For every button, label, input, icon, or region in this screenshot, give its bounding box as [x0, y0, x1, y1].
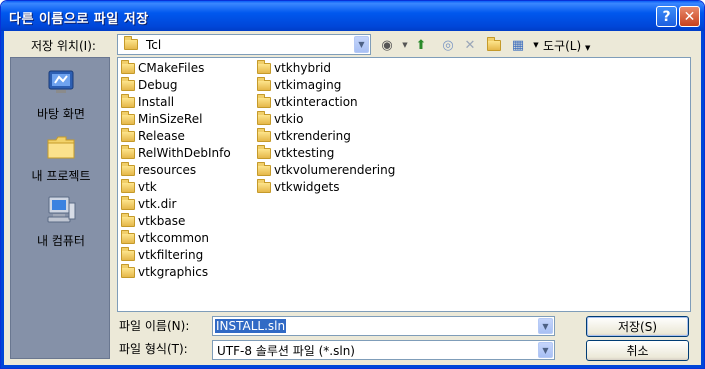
delete-icon[interactable]: ✕: [461, 36, 479, 54]
list-item[interactable]: MinSizeRel: [121, 110, 202, 127]
folder-icon: [47, 136, 75, 159]
back-icon[interactable]: ◉: [378, 36, 396, 54]
folder-icon: [121, 246, 135, 261]
folder-icon: [121, 76, 135, 91]
list-item[interactable]: CMakeFiles: [121, 59, 204, 76]
folder-icon: [257, 127, 271, 142]
place-my-computer[interactable]: 내 컴퓨터: [11, 195, 111, 249]
close-button[interactable]: ✕: [679, 6, 700, 27]
save-button[interactable]: 저장(S): [586, 316, 689, 337]
filetype-label: 파일 형식(T):: [119, 342, 188, 356]
list-item[interactable]: vtkfiltering: [121, 246, 203, 263]
save-in-combo[interactable]: Tcl ▼: [117, 34, 371, 55]
filetype-value: UTF-8 솔루션 파일 (*.sln): [217, 343, 355, 358]
list-item[interactable]: vtk.dir: [121, 195, 176, 212]
save-file-dialog: 다른 이름으로 파일 저장 ? ✕ 저장 위치(I): Tcl ▼ ◉ ▼ ⬆ …: [0, 0, 705, 369]
folder-icon: [121, 195, 135, 210]
list-item[interactable]: Install: [121, 93, 174, 110]
window-frame-bottom: [1, 365, 704, 368]
folder-icon: [121, 93, 135, 108]
folder-icon: [121, 212, 135, 227]
list-item[interactable]: vtkio: [257, 110, 303, 127]
new-folder-icon[interactable]: [485, 36, 503, 54]
current-folder-name: Tcl: [146, 37, 162, 52]
chevron-down-icon[interactable]: ▼: [538, 342, 553, 358]
window-frame-right: [701, 31, 704, 368]
desktop-icon: [48, 70, 74, 93]
list-item[interactable]: vtk: [121, 178, 157, 195]
list-item[interactable]: RelWithDebInfo: [121, 144, 231, 161]
list-item[interactable]: Debug: [121, 76, 177, 93]
filename-input[interactable]: INSTALL.sln ▼: [212, 316, 555, 336]
list-item[interactable]: vtkhybrid: [257, 59, 331, 76]
search-web-icon[interactable]: ◎: [439, 36, 457, 54]
folder-icon: [121, 110, 135, 125]
place-desktop[interactable]: 바탕 화면: [11, 68, 111, 122]
folder-icon: [257, 178, 271, 193]
file-list[interactable]: CMakeFiles Debug Install MinSizeRel Rele…: [117, 57, 691, 312]
list-item[interactable]: vtkinteraction: [257, 93, 358, 110]
list-item[interactable]: vtkbase: [121, 212, 185, 229]
chevron-down-icon[interactable]: ▼: [354, 36, 369, 53]
list-item[interactable]: vtkimaging: [257, 76, 341, 93]
list-item[interactable]: resources: [121, 161, 196, 178]
filename-value: INSTALL.sln: [215, 319, 287, 333]
folder-icon: [257, 161, 271, 176]
list-item[interactable]: vtkwidgets: [257, 178, 339, 195]
window-title: 다른 이름으로 파일 저장: [9, 12, 149, 27]
place-my-projects[interactable]: 내 프로젝트: [11, 134, 111, 184]
list-item[interactable]: Release: [121, 127, 185, 144]
help-button[interactable]: ?: [656, 6, 677, 27]
folder-icon: [257, 76, 271, 91]
place-my-computer-label: 내 컴퓨터: [37, 234, 85, 248]
folder-icon: [121, 229, 135, 244]
chevron-down-icon[interactable]: ▼: [538, 318, 553, 334]
tools-dropdown-icon: ▼: [584, 44, 591, 52]
list-item[interactable]: vtkgraphics: [121, 263, 208, 280]
place-desktop-label: 바탕 화면: [37, 107, 85, 121]
tools-menu-label: 도구(L): [543, 39, 582, 53]
folder-icon: [121, 144, 135, 159]
views-menu-icon[interactable]: ▦: [509, 36, 527, 54]
list-item[interactable]: vtkcommon: [121, 229, 209, 246]
up-folder-icon[interactable]: ⬆: [412, 36, 430, 54]
filetype-select[interactable]: UTF-8 솔루션 파일 (*.sln) ▼: [212, 340, 555, 360]
folder-icon: [257, 144, 271, 159]
folder-icon: [121, 59, 135, 74]
places-bar: 바탕 화면 내 프로젝트 내 컴퓨터: [10, 57, 110, 359]
folder-icon: [121, 178, 135, 193]
place-my-projects-label: 내 프로젝트: [31, 169, 91, 183]
folder-icon: [121, 263, 135, 278]
folder-icon: [257, 93, 271, 108]
folder-icon: [121, 161, 135, 176]
folder-icon: [121, 127, 135, 142]
tools-menu[interactable]: 도구(L) ▼: [543, 37, 590, 54]
save-in-label: 저장 위치(I):: [31, 39, 96, 53]
computer-icon: [47, 196, 76, 223]
filename-label: 파일 이름(N):: [119, 319, 190, 333]
window-frame-left: [1, 31, 4, 368]
cancel-button[interactable]: 취소: [586, 340, 689, 361]
folder-icon: [257, 110, 271, 125]
list-item[interactable]: vtkrendering: [257, 127, 351, 144]
title-bar[interactable]: 다른 이름으로 파일 저장 ? ✕: [1, 1, 704, 31]
folder-icon: [257, 59, 271, 74]
list-item[interactable]: vtktesting: [257, 144, 334, 161]
list-item[interactable]: vtkvolumerendering: [257, 161, 395, 178]
folder-icon: [124, 36, 138, 50]
